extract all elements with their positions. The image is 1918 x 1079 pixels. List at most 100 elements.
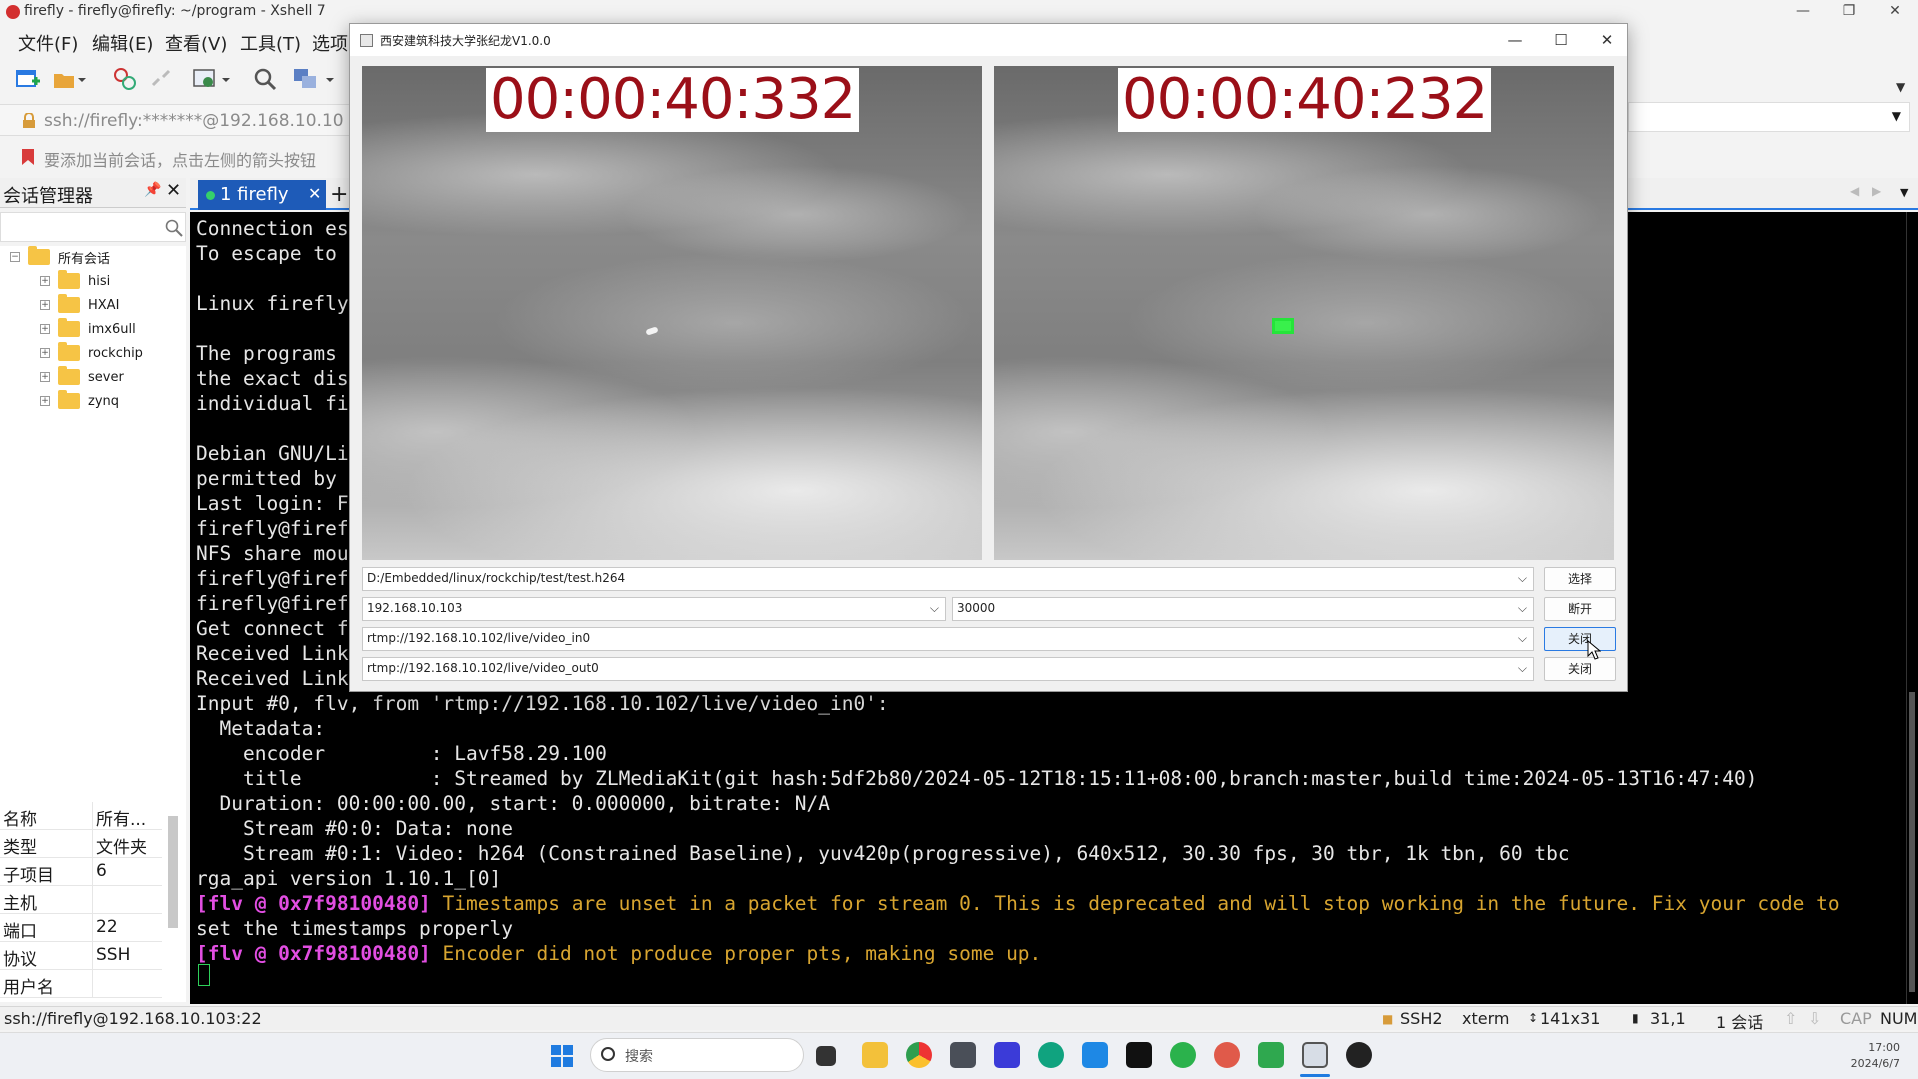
output-video-panel: 00:00:40:232 <box>994 66 1614 560</box>
property-scrollbar[interactable] <box>168 816 178 928</box>
scrollbar-thumb[interactable] <box>1909 692 1915 992</box>
terminal-line: firefly@firef <box>196 592 349 615</box>
session-hint: 要添加当前会话，点击左侧的箭头按钮 <box>0 142 360 172</box>
session-tree: − 所有会话 + hisi + HXAI + imx6ull + rockchip + s… <box>0 246 186 806</box>
select-file-button[interactable]: 选择 <box>1544 567 1616 591</box>
minimize-icon[interactable]: — <box>1780 0 1826 24</box>
transfer-icon[interactable] <box>292 66 334 92</box>
tree-item-label: imx6ull <box>88 321 136 337</box>
status-num-lock: NUM <box>1880 1009 1918 1028</box>
download-icon[interactable]: ⇩ <box>1808 1009 1821 1028</box>
file-path-combo[interactable]: D:/Embedded/linux/rockchip/test/test.h26… <box>362 567 1534 591</box>
properties-icon[interactable] <box>192 66 230 92</box>
expand-icon[interactable]: + <box>40 348 50 358</box>
close-panel-icon[interactable]: ✕ <box>166 180 181 201</box>
tree-root-label: 所有会话 <box>58 251 111 267</box>
collapse-icon[interactable]: − <box>10 252 20 262</box>
app-icon-vs[interactable] <box>994 1042 1020 1068</box>
app-maximize-icon[interactable]: ☐ <box>1538 26 1584 54</box>
rtmp-out-combo[interactable]: rtmp://192.168.10.102/live/video_out0 ⌵ <box>362 657 1534 681</box>
taskbar-search[interactable]: 搜索 <box>590 1038 804 1072</box>
close-input-stream-button[interactable]: 关闭 <box>1544 627 1616 651</box>
tab-next-icon[interactable]: ▶ <box>1872 184 1881 198</box>
close-output-stream-button[interactable]: 关闭 <box>1544 657 1616 681</box>
tree-item-hxai[interactable]: + HXAI <box>40 294 119 316</box>
close-icon[interactable]: ✕ <box>1872 0 1918 24</box>
tree-item-sever[interactable]: + sever <box>40 366 124 388</box>
windows-start-icon[interactable] <box>550 1044 574 1068</box>
session-search-input[interactable] <box>0 212 186 242</box>
status-caps-lock: CAP <box>1840 1009 1872 1028</box>
expand-icon[interactable]: + <box>40 300 50 310</box>
tab-list-icon[interactable]: ▼ <box>1900 186 1908 199</box>
wechat-icon[interactable] <box>1170 1042 1196 1068</box>
disconnect-icon[interactable] <box>148 66 174 92</box>
terminal-line: firefly@firef <box>196 567 349 590</box>
tree-item-zynq[interactable]: + zynq <box>40 390 119 412</box>
menu-tools[interactable]: 工具(T) <box>240 30 301 56</box>
expand-icon[interactable]: + <box>40 276 50 286</box>
size-icon: ↕ <box>1528 1011 1539 1025</box>
terminal-line: encoder : Lavf58.29.100 <box>196 742 607 765</box>
capcut-icon[interactable] <box>1126 1042 1152 1068</box>
terminal-warning-line: set the timestamps properly <box>196 917 513 940</box>
expand-icon[interactable]: + <box>40 372 50 382</box>
upload-icon[interactable]: ⇧ <box>1784 1009 1797 1028</box>
menu-file[interactable]: 文件(F) <box>18 30 78 56</box>
app-close-icon[interactable]: ✕ <box>1584 26 1630 54</box>
tab-firefly[interactable]: 1 firefly ✕ <box>198 180 326 210</box>
vscode-icon[interactable] <box>1082 1042 1108 1068</box>
bookmark-icon[interactable] <box>20 148 36 166</box>
close-tab-icon[interactable]: ✕ <box>308 184 321 203</box>
file-explorer-icon[interactable] <box>862 1042 888 1068</box>
session-manager-header: 会话管理器 📌 ✕ <box>0 178 186 208</box>
chrome-icon[interactable] <box>906 1042 932 1068</box>
tree-root[interactable]: − 所有会话 <box>10 246 110 268</box>
disconnect-button[interactable]: 断开 <box>1544 597 1616 621</box>
chatgpt-icon[interactable] <box>1038 1042 1064 1068</box>
ip-combo[interactable]: 192.168.10.103 ⌵ <box>362 597 946 621</box>
qt-icon[interactable] <box>1258 1042 1284 1068</box>
open-folder-icon[interactable] <box>52 66 86 92</box>
terminal-line: firefly@firef <box>196 517 349 540</box>
active-app-icon[interactable] <box>1302 1042 1328 1068</box>
toolbar <box>0 60 360 98</box>
port-combo[interactable]: 30000 ⌵ <box>952 597 1534 621</box>
restore-icon[interactable]: ❐ <box>1826 0 1872 24</box>
chevron-down-icon: ▼ <box>1891 109 1901 123</box>
terminal-scrollbar[interactable] <box>1906 212 1918 1004</box>
tree-item-hisi[interactable]: + hisi <box>40 270 110 292</box>
task-view-icon[interactable] <box>816 1046 836 1066</box>
find-icon[interactable] <box>252 66 278 92</box>
tab-prev-icon[interactable]: ◀ <box>1850 184 1859 198</box>
expand-icon[interactable]: + <box>40 324 50 334</box>
chevron-down-icon: ⌵ <box>1517 601 1527 615</box>
app-icon-record[interactable] <box>1346 1042 1372 1068</box>
rtmp-in-combo[interactable]: rtmp://192.168.10.102/live/video_in0 ⌵ <box>362 627 1534 651</box>
app-minimize-icon[interactable]: — <box>1492 26 1538 54</box>
menu-view[interactable]: 查看(V) <box>165 30 227 56</box>
address-text: ssh://firefly:*******@192.168.10.10 <box>44 111 344 131</box>
tree-item-rockchip[interactable]: + rockchip <box>40 342 143 364</box>
system-clock[interactable]: 17:00 2024/6/7 <box>1830 1040 1900 1072</box>
xshell-taskbar-icon[interactable] <box>1214 1042 1240 1068</box>
address-dropdown[interactable]: ▼ <box>1628 102 1910 132</box>
new-tab-icon[interactable]: + <box>330 182 348 207</box>
address-bar[interactable]: ssh://firefly:*******@192.168.10.10 <box>0 104 360 136</box>
taskbar-search-label: 搜索 <box>625 1049 653 1065</box>
lock-icon: ■ <box>1382 1012 1394 1026</box>
app-icon-cube[interactable] <box>950 1042 976 1068</box>
toolbar-overflow-icon[interactable]: ▼ <box>1896 80 1905 94</box>
search-icon <box>601 1047 615 1061</box>
tree-item-imx6ull[interactable]: + imx6ull <box>40 318 136 340</box>
terminal-line: Debian GNU/Li <box>196 442 349 465</box>
menu-options[interactable]: 选项 <box>312 30 348 56</box>
terminal-line: Linux firefly <box>196 292 349 315</box>
new-session-icon[interactable] <box>14 66 40 92</box>
folder-icon <box>58 294 80 313</box>
input-video-panel: 00:00:40:332 <box>362 66 982 560</box>
expand-icon[interactable]: + <box>40 396 50 406</box>
menu-edit[interactable]: 编辑(E) <box>92 30 153 56</box>
connect-icon[interactable] <box>112 66 138 92</box>
pin-icon[interactable]: 📌 <box>144 182 161 198</box>
